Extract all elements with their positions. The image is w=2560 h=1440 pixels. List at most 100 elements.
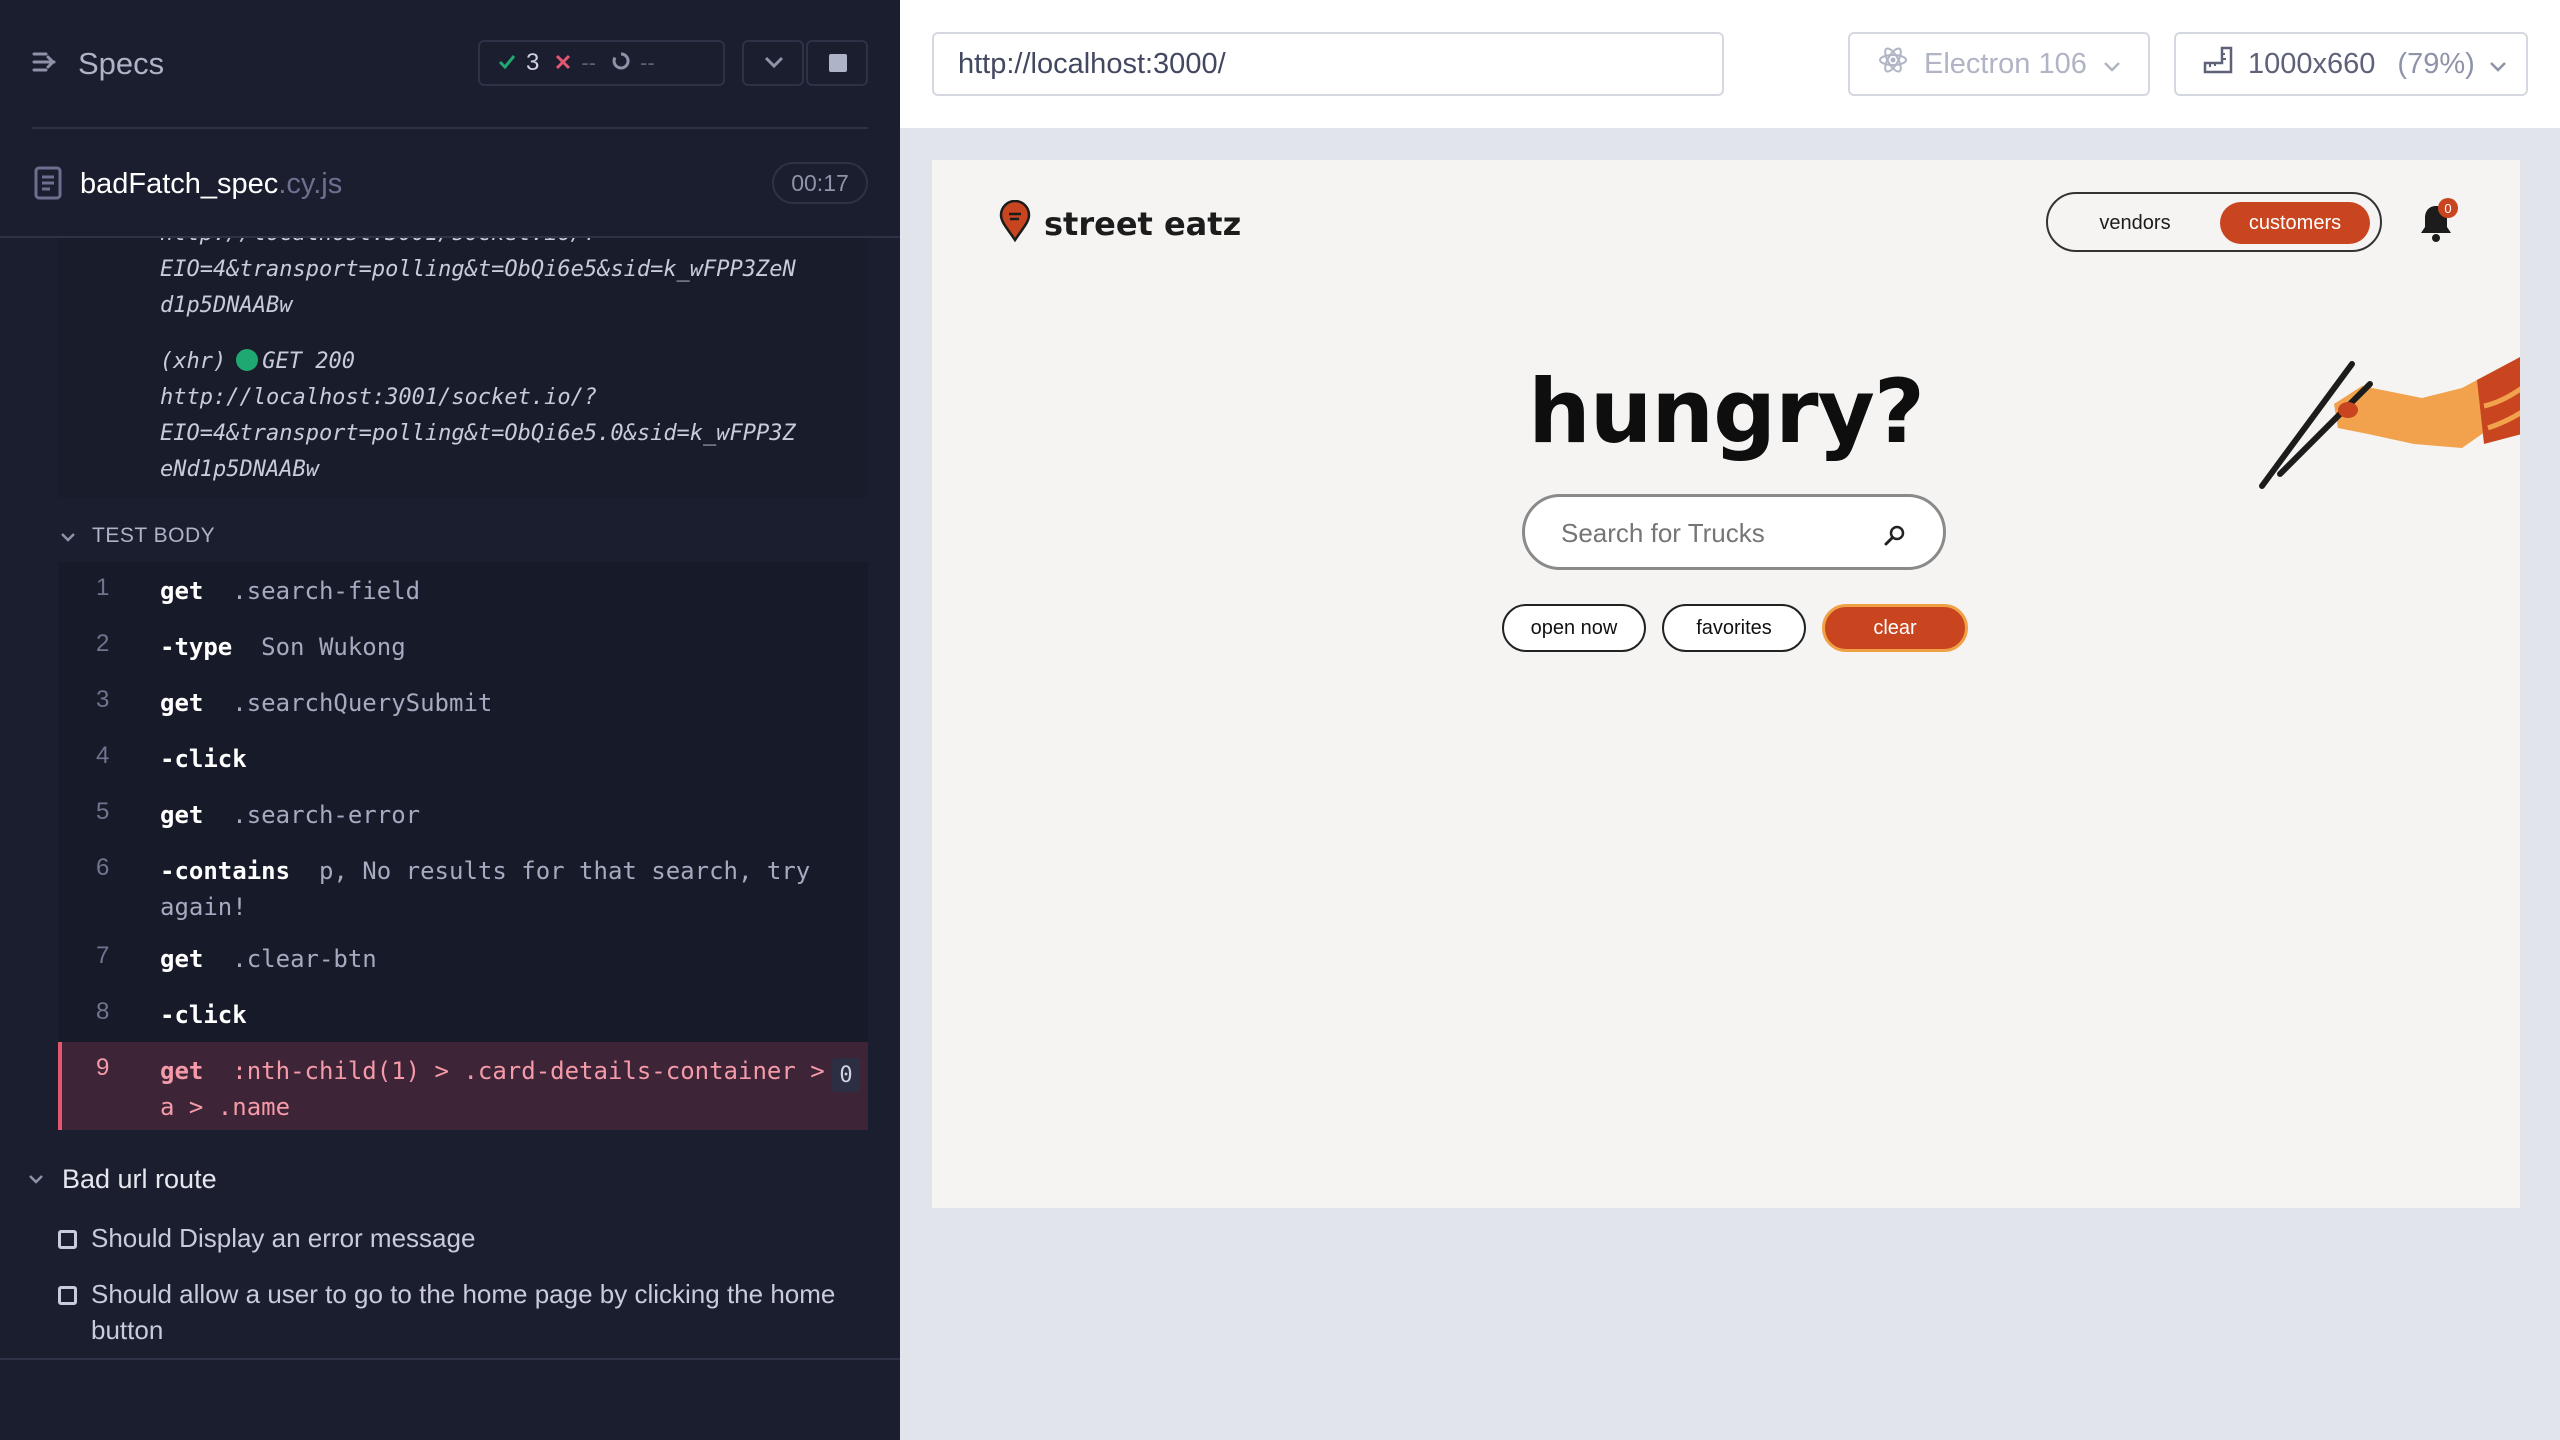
passed-count: 3 [526,49,540,76]
command-arg: .search-field [232,577,421,605]
command-number: 1 [96,574,110,601]
command-keyword: -click [160,1001,247,1029]
chevron-down-icon [2103,48,2121,81]
command-row[interactable]: 8 -click [58,986,868,1042]
chevron-down-icon [60,524,76,548]
test-title: Should Display an error message [91,1223,476,1253]
command-row[interactable]: 3 get .searchQuerySubmit [58,674,868,730]
command-number: 5 [96,798,110,825]
collapse-button[interactable] [742,40,804,86]
test-status-icon [58,1286,77,1305]
favorites-button[interactable]: favorites [1662,604,1806,652]
command-number: 2 [96,630,110,657]
command-row[interactable]: 6 -contains p, No results for that search… [58,842,868,930]
browser-selector[interactable]: Electron 106 [1848,32,2150,96]
chevron-down-icon [764,55,784,74]
spec-name-ext: .cy.js [278,168,343,200]
viewport-selector[interactable]: 1000x660 (79%) [2174,32,2528,96]
specs-toggle-button[interactable]: Specs [32,46,164,82]
command-keyword: get [160,577,204,605]
bell-icon [2416,206,2456,248]
test-stats: 3 -- -- [478,40,725,86]
command-number: 9 [96,1054,110,1081]
headline: hungry? [1528,360,1925,463]
chevron-down-icon [2489,48,2507,81]
aut-toolbar: http://localhost:3000/ Electron 106 1000… [900,0,2560,128]
command-arg: Son Wukong [261,633,406,661]
document-icon [34,166,62,205]
failed-count: -- [581,50,597,75]
user-type-toggle: vendors customers [2046,192,2382,252]
status-dot-icon [236,349,259,371]
x-icon [555,50,571,76]
pending-count: -- [640,50,655,75]
clear-button[interactable]: clear [1822,604,1968,652]
test-body-label: TEST BODY [92,524,216,547]
electron-icon [1878,45,1908,83]
command-log-panel: Specs 3 -- -- badFatch_spec.cy.js 00:17 … [0,0,900,1440]
specs-list-icon [32,51,60,78]
command-keyword: get [160,801,204,829]
command-number: 4 [96,742,110,769]
command-keyword: -contains [160,857,291,885]
command-keyword: get [160,1057,204,1085]
stop-icon [829,54,847,72]
app-logo[interactable]: street eatz [998,199,1242,247]
pin-logo-icon [998,199,1032,247]
command-arg: .search-error [232,801,421,829]
check-icon [498,50,516,76]
search-input[interactable] [1561,515,1881,551]
browser-name: Electron 106 [1924,47,2087,80]
xhr-method: GET 200 [262,349,355,374]
command-arg: .clear-btn [232,945,377,973]
search-submit-icon[interactable] [1883,523,1907,552]
runner-header: Specs 3 -- -- [0,0,900,128]
log-line: http://localhost:3001/socket.io/? [160,385,598,410]
viewport-size: 1000x660 [2248,47,2376,80]
command-number: 7 [96,942,110,969]
ruler-icon [2202,45,2234,83]
xhr-log-entry[interactable]: (xhr) GET 200 http://localhost:3001/socke… [160,344,868,488]
xhr-type: (xhr) [160,349,227,374]
xhr-log-entry[interactable]: http://localhost:3001/socket.io/? EIO=4&… [160,238,868,324]
suite-title: Bad url route [62,1164,217,1194]
customers-toggle-option[interactable]: customers [2220,202,2370,244]
open-now-button[interactable]: open now [1502,604,1646,652]
header-divider [32,127,868,129]
command-row[interactable]: 1 get .search-field [58,562,868,618]
logo-text: street eatz [1044,204,1242,243]
test-title: Should allow a user to go to the home pa… [91,1279,836,1345]
stop-button[interactable] [806,40,868,86]
aut-panel: http://localhost:3000/ Electron 106 1000… [900,0,2560,1440]
command-row[interactable]: 2 -type Son Wukong [58,618,868,674]
vendors-toggle-option[interactable]: vendors [2060,202,2210,244]
suite-header[interactable]: Bad url route [28,1164,217,1195]
xhr-header: (xhr) GET 200 [160,344,868,380]
chevron-down-icon [28,1171,44,1189]
log-line: EIO=4&transport=polling&t=ObQi6e5.0&sid=… [160,421,796,446]
command-row[interactable]: 7 get .clear-btn [58,930,868,986]
notification-badge: 0 [2438,198,2458,218]
command-number: 3 [96,686,110,713]
command-arg: :nth-child(1) > .card-details-container … [160,1057,825,1121]
spec-duration: 00:17 [772,162,868,204]
test-item[interactable]: Should Display an error message [58,1220,858,1256]
panel-divider [0,1358,900,1360]
url-bar[interactable]: http://localhost:3000/ [932,32,1724,96]
test-item[interactable]: Should allow a user to go to the home pa… [58,1276,858,1348]
command-row[interactable]: 4 -click [58,730,868,786]
filter-buttons: open now favorites clear [1502,604,1968,652]
spec-file-name: badFatch_spec.cy.js [80,168,342,201]
command-keyword: get [160,945,204,973]
command-keyword: -click [160,745,247,773]
zoom-level: (79%) [2397,47,2475,80]
search-bar [1522,494,1946,570]
spec-file-row: badFatch_spec.cy.js 00:17 [0,148,900,220]
notifications-button[interactable]: 0 [2416,198,2458,249]
pending-stat: -- [612,50,655,76]
log-line: eNd1p5DNAABw [160,457,319,482]
command-arg: .searchQuerySubmit [232,689,493,717]
command-row[interactable]: 5 get .search-error [58,786,868,842]
failed-command-row[interactable]: 9 get :nth-child(1) > .card-details-conta… [58,1042,868,1130]
test-body-header[interactable]: TEST BODY [60,524,215,548]
